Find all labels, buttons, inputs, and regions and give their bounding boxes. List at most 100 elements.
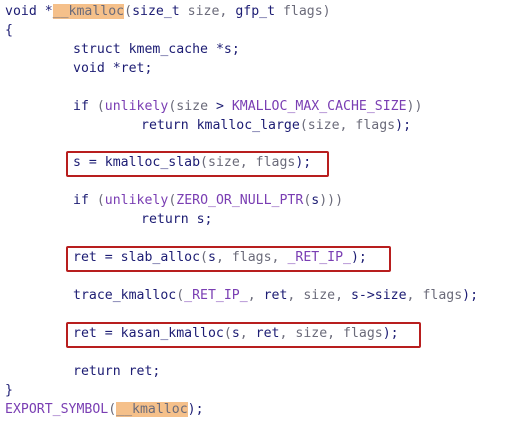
macro-export-symbol: EXPORT_SYMBOL: [5, 402, 109, 417]
return-large-line: return kmalloc_large(size, flags);: [141, 116, 411, 135]
if-large-line: if (unlikely(size > KMALLOC_MAX_CACHE_SI…: [73, 97, 422, 116]
assign: s =: [73, 155, 105, 170]
end: );: [462, 288, 479, 303]
macro-unlikely: unlikely: [104, 99, 169, 114]
paren: (: [88, 99, 105, 114]
param-size: size: [187, 4, 220, 19]
arg-size: size: [303, 288, 336, 303]
paren: )): [406, 99, 423, 114]
arg-flags: flags: [255, 155, 296, 170]
end: );: [382, 326, 399, 341]
paren: (: [200, 155, 208, 170]
assign: ret =: [73, 250, 121, 265]
paren: (: [88, 193, 105, 208]
function-signature-line: void *__kmalloc(size_t size, gfp_t flags…: [5, 2, 331, 21]
end: );: [350, 250, 367, 265]
arg-s: s: [231, 326, 240, 341]
return-ret-line: return ret;: [73, 362, 160, 381]
param-type-flags: gfp_t: [235, 4, 276, 19]
keyword-void: void: [73, 61, 105, 76]
comma: ,: [239, 326, 256, 341]
comma: ,: [219, 4, 236, 19]
kasan-kmalloc-line: ret = kasan_kmalloc(s, ret, size, flags)…: [73, 324, 399, 343]
macro-unlikely: unlikely: [104, 193, 169, 208]
call-kmalloc-slab: kmalloc_slab: [104, 155, 201, 170]
call-kasan-kmalloc: kasan_kmalloc: [120, 326, 224, 341]
decl-rest: *ret;: [104, 61, 153, 76]
arg-flags: flags: [355, 118, 396, 133]
return-value: ret;: [120, 364, 161, 379]
comma: ,: [327, 326, 344, 341]
comma: ,: [287, 288, 304, 303]
end: );: [187, 402, 204, 417]
call-slab-alloc: slab_alloc: [120, 250, 201, 265]
kmalloc-slab-line: s = kmalloc_slab(size, flags);: [73, 153, 311, 172]
function-name-highlight: __kmalloc: [52, 4, 125, 19]
void-decl-line: void *ret;: [73, 59, 152, 78]
call-kmalloc-large: kmalloc_large: [196, 118, 300, 133]
export-symbol-line: EXPORT_SYMBOL(__kmalloc);: [5, 400, 204, 419]
arg-size: size: [295, 326, 328, 341]
operator: >: [208, 99, 232, 114]
macro-max-size: KMALLOC_MAX_CACHE_SIZE: [231, 99, 407, 114]
arg-ret: ret: [255, 326, 280, 341]
keyword-return: return: [141, 212, 189, 227]
paren: ))): [319, 193, 344, 208]
paren: (: [108, 402, 117, 417]
macro-zero-or-null: ZERO_OR_NULL_PTR: [176, 193, 304, 208]
decl-rest: *s;: [208, 42, 240, 57]
slab-alloc-line: ret = slab_alloc(s, flags, _RET_IP_);: [73, 248, 367, 267]
arg-flags: flags: [231, 250, 272, 265]
keyword-return: return: [141, 118, 189, 133]
paren: (: [200, 250, 208, 265]
paren: (: [176, 288, 185, 303]
arg-size: size: [208, 155, 240, 170]
open-paren: (: [124, 4, 133, 19]
comma: ,: [335, 288, 351, 303]
macro-ret-ip: _RET_IP_: [184, 288, 248, 303]
code-editor: void *__kmalloc(size_t size, gfp_t flags…: [0, 0, 512, 421]
end: );: [295, 155, 312, 170]
keyword-struct: struct: [73, 42, 121, 57]
arg-flags: flags: [422, 288, 463, 303]
param-flags: flags: [282, 4, 323, 19]
function-name-highlight: __kmalloc: [116, 402, 188, 417]
return-value: s;: [188, 212, 213, 227]
type-kmem-cache: kmem_cache: [128, 42, 208, 57]
close-brace-line: }: [5, 383, 13, 398]
param-type-size: size_t: [132, 4, 180, 19]
comma: ,: [406, 288, 423, 303]
macro-ret-ip: _RET_IP_: [287, 250, 351, 265]
comma: ,: [339, 118, 356, 133]
paren: (: [299, 118, 308, 133]
keyword-if: if: [73, 99, 89, 114]
comma: ,: [271, 250, 288, 265]
comma: ,: [215, 250, 232, 265]
end: );: [395, 118, 412, 133]
comma: ,: [279, 326, 296, 341]
close-paren: ): [322, 4, 331, 19]
paren: (: [223, 326, 232, 341]
arg-ret: ret: [263, 288, 288, 303]
arg-flags: flags: [343, 326, 383, 341]
keyword-if: if: [73, 193, 89, 208]
call-trace-kmalloc: trace_kmalloc: [73, 288, 177, 303]
keyword-return: return: [73, 364, 121, 379]
assign: ret =: [73, 326, 121, 341]
arg-s-size: s->size: [350, 288, 407, 303]
comma: ,: [239, 155, 256, 170]
arg-size: size: [307, 118, 340, 133]
comma: ,: [247, 288, 264, 303]
arg-s: s: [208, 250, 216, 265]
trace-kmalloc-line: trace_kmalloc(_RET_IP_, ret, size, s->si…: [73, 286, 478, 305]
return-s-line: return s;: [141, 210, 212, 229]
open-brace-line: {: [5, 23, 13, 38]
return-type: void *: [5, 4, 53, 19]
if-null-line: if (unlikely(ZERO_OR_NULL_PTR(s))): [73, 191, 343, 210]
var-size: size: [176, 99, 209, 114]
struct-decl-line: struct kmem_cache *s;: [73, 40, 240, 59]
